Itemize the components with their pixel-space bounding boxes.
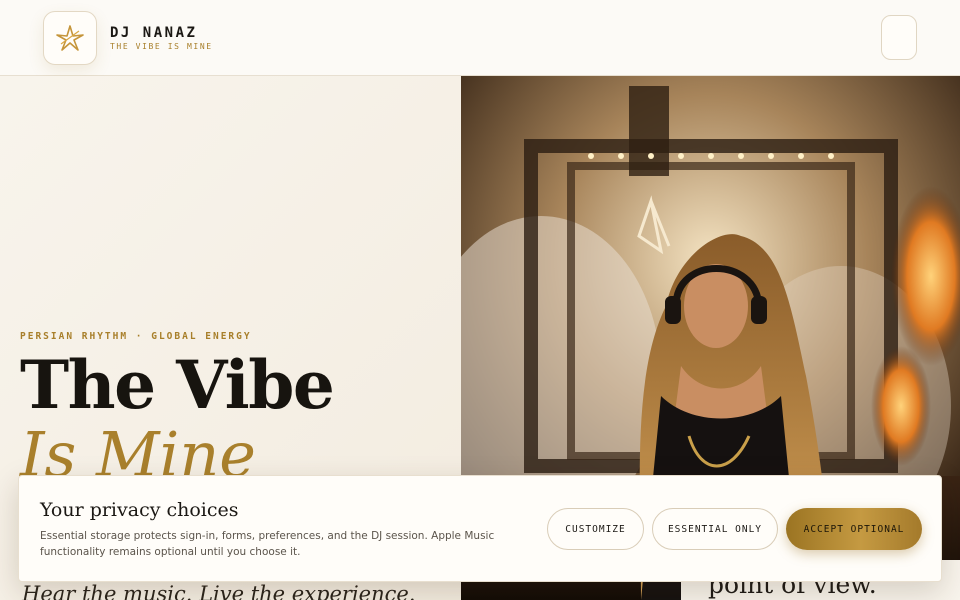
privacy-consent-banner: Your privacy choices Essential storage p… bbox=[18, 475, 942, 582]
brand-tagline: THE VIBE IS MINE bbox=[110, 42, 213, 51]
site-header: DJ NANAZ THE VIBE IS MINE bbox=[0, 0, 960, 76]
hero-kicker: PERSIAN RHYTHM · GLOBAL ENERGY bbox=[20, 331, 252, 342]
star-icon bbox=[56, 25, 84, 51]
brand-name[interactable]: DJ NANAZ bbox=[110, 25, 197, 41]
hero-subline: Hear the music. Live the experience. bbox=[22, 582, 416, 600]
hero-title-line1: The Vibe bbox=[20, 346, 335, 424]
accept-optional-button[interactable]: ACCEPT OPTIONAL bbox=[786, 508, 922, 550]
menu-button[interactable] bbox=[881, 15, 917, 60]
logo-button[interactable] bbox=[43, 11, 97, 65]
consent-title: Your privacy choices bbox=[40, 499, 239, 521]
customize-button[interactable]: CUSTOMIZE bbox=[547, 508, 644, 550]
consent-description: Essential storage protects sign-in, form… bbox=[40, 530, 495, 558]
essential-only-button[interactable]: ESSENTIAL ONLY bbox=[652, 508, 778, 550]
